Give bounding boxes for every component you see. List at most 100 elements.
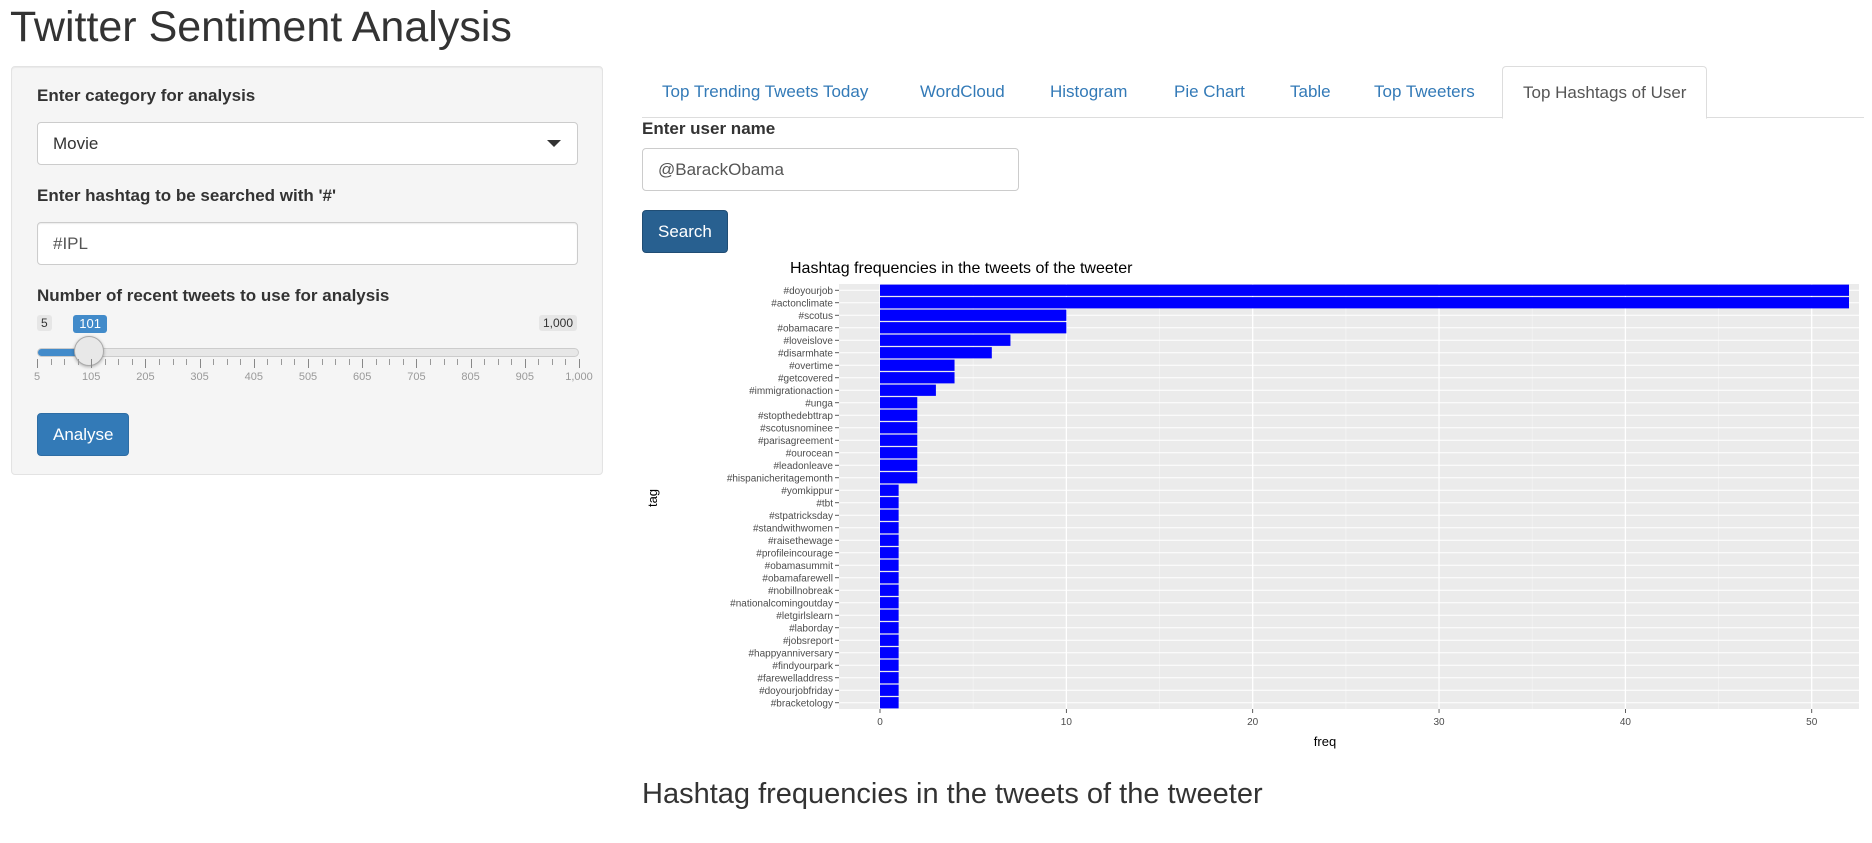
slider-tick (131, 359, 133, 365)
chart-y-tick-label: #parisagreement (758, 436, 833, 447)
slider-tick (64, 359, 66, 365)
slider-tick (443, 359, 445, 365)
slider-tick (551, 359, 553, 365)
chart-y-tick-label: #obamafarewell (762, 573, 833, 584)
category-label: Enter category for analysis (37, 86, 256, 105)
chart-bar (880, 522, 899, 534)
chart-y-tick-label: #raisethewage (768, 536, 833, 547)
chart-y-tick-label: #stpatricksday (769, 511, 833, 522)
chart-bar (880, 334, 1011, 346)
chart-x-tick-label: 20 (1247, 717, 1259, 728)
chart-y-tick-label: #obamasummit (765, 561, 834, 572)
slider-tick (565, 359, 567, 365)
chart-bar (880, 384, 936, 396)
chart-y-tick-label: #immigrationaction (749, 386, 833, 397)
chart-bar (880, 559, 899, 571)
slider-tick (91, 359, 93, 368)
slider-tick (118, 359, 120, 365)
chart-y-tick-label: #laborday (789, 623, 833, 634)
tweets-slider-track[interactable] (37, 348, 579, 357)
tab-top-tweeters[interactable]: Top Tweeters (1374, 66, 1475, 118)
slider-tick (267, 359, 269, 365)
slider-tick-label: 805 (461, 371, 480, 383)
chart-bar (880, 509, 899, 521)
category-select[interactable]: Movie (37, 122, 578, 165)
chart-title: Hashtag frequencies in the tweets of the… (790, 260, 1133, 277)
chart-bar (880, 697, 899, 709)
chart-y-tick-label: #ourocean (786, 448, 833, 459)
chart-bar (880, 572, 899, 584)
slider-tick-label: 405 (244, 371, 263, 383)
chart-bar (880, 547, 899, 559)
chart-y-tick-label: #loveislove (784, 336, 834, 347)
slider-tick (362, 359, 364, 368)
tab-wordcloud[interactable]: WordCloud (920, 66, 1005, 118)
chart-y-tick-label: #hispanicheritagemonth (727, 473, 833, 484)
slider-tick-label: 505 (298, 371, 318, 383)
chart-bar (880, 534, 899, 546)
chart-y-tick-label: #actonclimate (771, 298, 833, 309)
chart-bar (880, 322, 1067, 334)
app-root: Twitter Sentiment Analysis Enter categor… (0, 0, 1872, 843)
chart-bar (880, 609, 899, 621)
slider-tick (470, 359, 472, 368)
chart-y-tick-label: #doyourjobfriday (759, 686, 833, 697)
chart-bar (880, 672, 899, 684)
chart-panel (839, 284, 1859, 709)
slider-max-label: 1,000 (538, 315, 577, 331)
hashtag-frequency-chart: Hashtag frequencies in the tweets of the… (645, 260, 1859, 749)
slider-tick (37, 359, 38, 368)
chart-bar (880, 484, 899, 496)
chart-bar (880, 684, 899, 696)
tab-histogram[interactable]: Histogram (1050, 66, 1127, 118)
slider-tick (199, 359, 201, 368)
chart-y-tick-label: #nobillnobreak (768, 586, 834, 597)
chart-y-tick-label: #nationalcomingoutday (730, 598, 833, 609)
chart-y-tick-label: #happyanniversary (749, 648, 834, 659)
chart-y-tick-label: #standwithwomen (753, 523, 833, 534)
chart-x-tick-label: 30 (1433, 717, 1445, 728)
slider-tick (484, 359, 486, 365)
chart-bar (880, 634, 899, 646)
chevron-down-icon (547, 140, 561, 147)
hashtag-input[interactable]: #IPL (37, 222, 578, 265)
chart-x-tick-label: 10 (1061, 717, 1073, 728)
tab-top-hashtags-of-user[interactable]: Top Hashtags of User (1502, 66, 1708, 119)
slider-tick (226, 359, 228, 365)
slider-tick-label: 5 (33, 371, 41, 383)
chart-y-tick-label: #findyourpark (772, 661, 834, 672)
user-name-input[interactable]: @BarackObama (642, 148, 1019, 191)
tab-table[interactable]: Table (1290, 66, 1331, 118)
chart-bar (880, 422, 918, 434)
slider-tick (158, 359, 160, 365)
chart-y-tick-label: #getcovered (778, 373, 833, 384)
chart-y-tick-label: #stopthedebttrap (758, 411, 833, 422)
slider-tick (213, 359, 215, 365)
chart-y-tick-label: #jobsreport (783, 636, 833, 647)
slider-tick (50, 359, 52, 365)
category-select-value: Movie (53, 134, 99, 153)
chart-y-tick-label: #disarmhate (778, 348, 833, 359)
tab-pie-chart[interactable]: Pie Chart (1174, 66, 1245, 118)
chart-y-tick-label: #doyourjob (784, 286, 834, 297)
slider-tick (511, 359, 513, 365)
chart-bar (880, 309, 1067, 321)
analyse-button[interactable]: Analyse (37, 413, 130, 456)
chart-x-axis-label: freq (1314, 734, 1336, 749)
tab-top-trending-tweets[interactable]: Top Trending Tweets Today (662, 66, 868, 118)
chart-x-tick-labels: 0 10 20 30 40 50 (877, 709, 1818, 728)
slider-tick (348, 359, 350, 365)
slider-tick (497, 359, 499, 365)
chart-y-tick-label: #unga (805, 398, 833, 409)
chart-bar (880, 597, 899, 609)
chart-bar (880, 397, 918, 409)
slider-tick (375, 359, 377, 365)
slider-tick (104, 359, 106, 365)
chart-x-tick-label: 0 (877, 717, 883, 728)
chart-bar (880, 409, 918, 421)
slider-tick (308, 359, 309, 368)
search-button[interactable]: Search (642, 210, 728, 253)
slider-tick (402, 359, 404, 365)
slider-tick (77, 359, 79, 365)
slider-tick-label: 905 (515, 371, 534, 383)
